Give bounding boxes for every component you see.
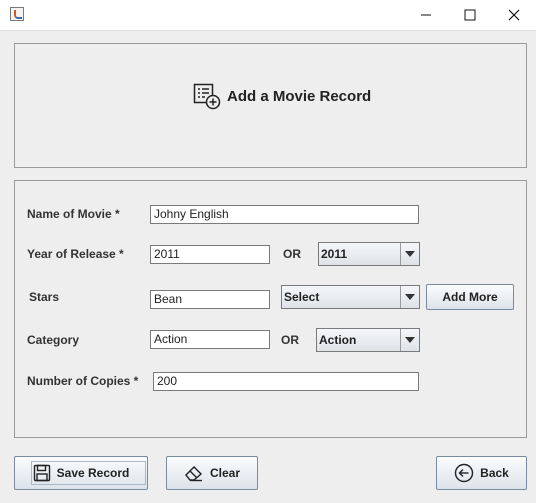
java-icon [10, 7, 24, 21]
category-or-label: OR [281, 333, 299, 347]
title-bar [0, 0, 536, 31]
year-or-label: OR [283, 247, 301, 261]
stars-label: Stars [29, 290, 60, 304]
minimize-button[interactable] [403, 0, 449, 30]
year-select-value: 2011 [321, 247, 348, 261]
save-icon [33, 464, 50, 482]
save-record-label: Save Record [56, 466, 130, 480]
category-select-value: Action [319, 333, 357, 347]
year-input[interactable]: 2011 [150, 245, 270, 264]
chevron-down-icon[interactable] [400, 243, 419, 265]
category-select[interactable]: Action [316, 328, 420, 352]
name-label: Name of Movie * [27, 207, 120, 221]
chevron-down-icon[interactable] [400, 329, 419, 351]
close-icon [508, 9, 520, 21]
back-arrow-icon [454, 463, 474, 483]
clear-label: Clear [209, 466, 241, 480]
category-input[interactable]: Action [150, 330, 270, 349]
add-more-button[interactable]: Add More [426, 284, 514, 310]
stars-input[interactable]: Bean [150, 290, 270, 309]
save-record-button[interactable]: Save Record [14, 456, 148, 490]
stars-select-value: Select [284, 290, 320, 304]
back-label: Back [480, 466, 509, 480]
maximize-button[interactable] [447, 0, 493, 30]
add-more-label: Add More [442, 290, 498, 304]
copies-label: Number of Copies * [27, 374, 139, 388]
chevron-down-icon[interactable] [400, 286, 419, 308]
header-title: Add a Movie Record [193, 82, 371, 110]
maximize-icon [464, 9, 476, 21]
add-record-icon [193, 83, 221, 110]
eraser-icon [185, 466, 203, 482]
year-label: Year of Release * [27, 247, 124, 261]
minimize-icon [421, 14, 431, 16]
movie-name-input[interactable]: Johny English [150, 205, 419, 224]
page-title: Add a Movie Record [227, 87, 372, 105]
back-button[interactable]: Back [436, 456, 527, 490]
year-select[interactable]: 2011 [318, 242, 420, 266]
close-button[interactable] [491, 0, 536, 30]
category-label: Category [27, 333, 80, 347]
clear-button[interactable]: Clear [166, 456, 258, 490]
copies-input[interactable]: 200 [153, 372, 419, 391]
stars-select[interactable]: Select [281, 285, 420, 309]
